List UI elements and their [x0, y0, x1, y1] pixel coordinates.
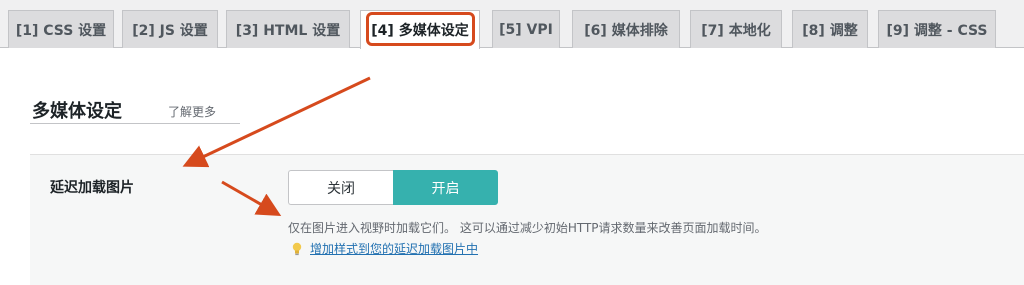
lazy-load-label: 延迟加载图片 — [50, 180, 134, 196]
tip-line: 增加样式到您的延迟加载图片中 — [290, 240, 478, 257]
tab-tweaks-css[interactable]: [9] 调整 - CSS — [878, 10, 996, 48]
toggle-off-button[interactable]: 关闭 — [288, 170, 393, 205]
toggle-on-button[interactable]: 开启 — [393, 170, 498, 205]
tab-html-settings[interactable]: [3] HTML 设置 — [226, 10, 350, 48]
tab-media-exclusions[interactable]: [6] 媒体排除 — [572, 10, 680, 48]
tab-media-settings[interactable]: [4] 多媒体设定 — [360, 10, 480, 49]
tab-vpi[interactable]: [5] VPI — [492, 10, 560, 48]
tab-bar: [1] CSS 设置 [2] JS 设置 [3] HTML 设置 [4] 多媒体… — [0, 0, 1024, 49]
lightbulb-icon — [290, 242, 304, 256]
section-title: 多媒体设定 — [32, 101, 122, 122]
tab-css-settings[interactable]: [1] CSS 设置 — [8, 10, 114, 48]
lazy-load-styles-link[interactable]: 增加样式到您的延迟加载图片中 — [310, 240, 478, 257]
learn-more-link[interactable]: 了解更多 — [168, 103, 216, 120]
tab-js-settings[interactable]: [2] JS 设置 — [122, 10, 218, 48]
tab-localization[interactable]: [7] 本地化 — [690, 10, 782, 48]
setting-description: 仅在图片进入视野时加载它们。 这可以通过减少初始HTTP请求数量来改善页面加载时… — [288, 221, 767, 235]
tab-tweaks[interactable]: [8] 调整 — [792, 10, 868, 48]
lazy-load-toggle: 关闭 开启 — [288, 170, 498, 205]
